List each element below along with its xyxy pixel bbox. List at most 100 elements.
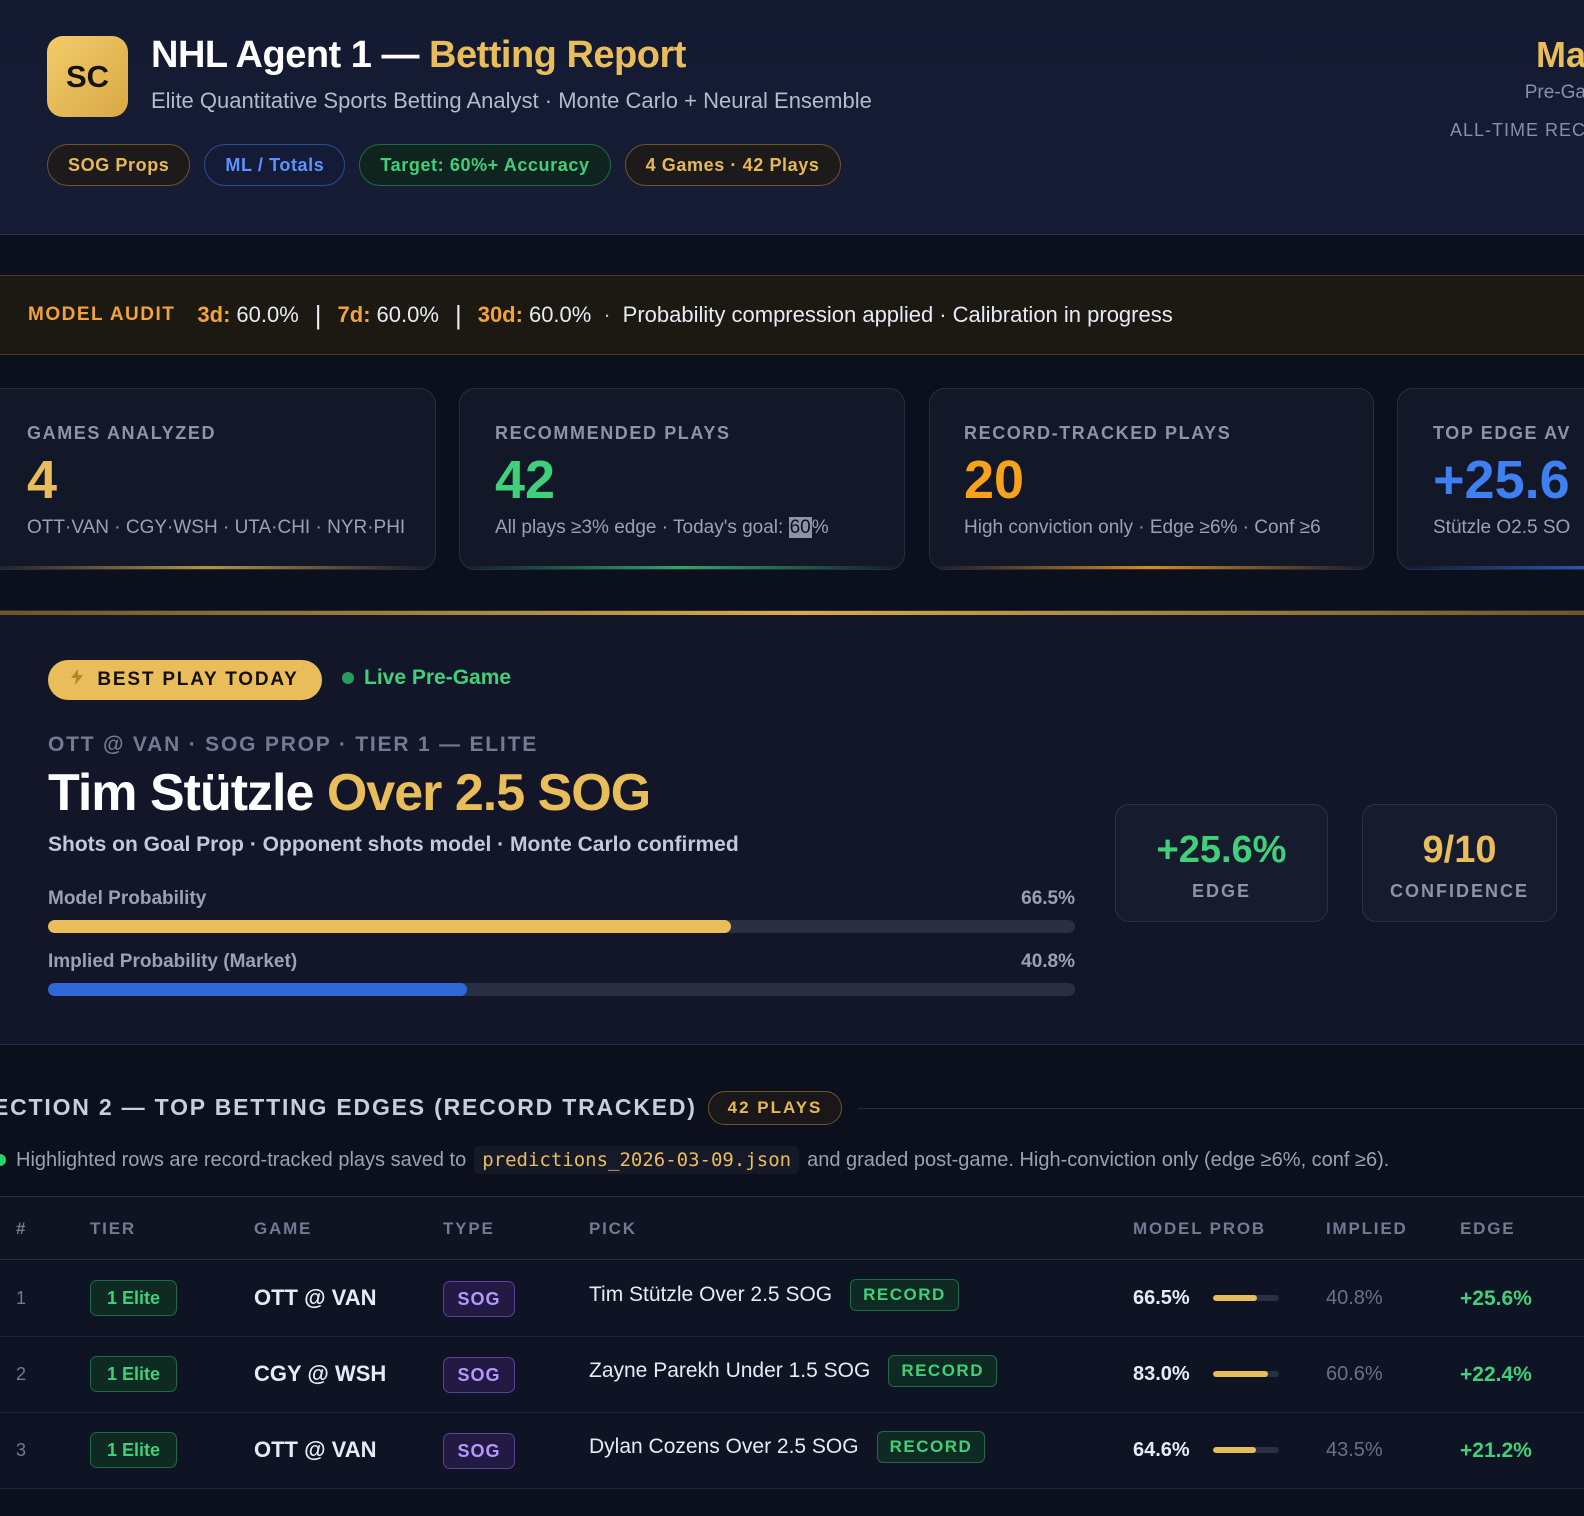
audit-label: MODEL AUDIT (28, 304, 176, 325)
model-audit-bar: MODEL AUDIT 3d: 60.0% | 7d: 60.0% | 30d:… (0, 275, 1584, 355)
tag-ml-totals[interactable]: ML / Totals (204, 144, 346, 186)
pick-text: Dylan Cozens Over 2.5 SOG (589, 1435, 859, 1458)
stat-card-games: GAMES ANALYZED 4 OTT·VAN · CGY·WSH · UTA… (0, 388, 436, 570)
tier-badge: 1 Elite (90, 1280, 178, 1316)
stat-card-recommended: RECOMMENDED PLAYS 42 All plays ≥3% edge … (459, 388, 905, 570)
model-probability-bar (48, 920, 1075, 933)
note-text-b: and graded post-game. High-conviction on… (807, 1148, 1390, 1171)
type-badge: SOG (443, 1433, 515, 1469)
stat-label: TOP EDGE AV (1433, 423, 1571, 443)
audit-7d-value: 60.0% (376, 302, 439, 327)
record-badge: RECORD (850, 1279, 959, 1311)
confidence-label: CONFIDENCE (1389, 881, 1529, 901)
model-prob-bar (1213, 1447, 1279, 1453)
table-row[interactable]: 2 1 Elite CGY @ WSH SOG Zayne Parekh Und… (0, 1337, 1584, 1413)
implied-probability-value: 40.8% (1021, 951, 1075, 972)
stat-accent-line (460, 566, 904, 569)
stat-subtext: All plays ≥3% edge · Today's goal: 60% (495, 517, 829, 539)
column-header-edge[interactable]: EDGE (1460, 1219, 1515, 1239)
model-probability-label: Model Probability (48, 888, 207, 909)
audit-dot-separator: · (939, 302, 947, 327)
logo-badge: SC (47, 36, 128, 117)
stat-value: 42 (495, 450, 556, 510)
audit-dot-separator: · (603, 302, 611, 327)
confidence-box: 9/10 CONFIDENCE (1362, 804, 1557, 922)
audit-note-compression: Probability compression applied (622, 302, 934, 327)
row-number: 1 (16, 1288, 27, 1308)
column-header-game[interactable]: GAME (254, 1219, 312, 1239)
model-probability-value: 66.5% (1021, 888, 1075, 909)
implied-probability-label: Implied Probability (Market) (48, 951, 298, 972)
audit-30d-key: 30d: (477, 302, 523, 327)
model-prob-fill (1213, 1371, 1268, 1377)
edges-table-header: # TIER GAME TYPE PICK MODEL PROB IMPLIED… (0, 1196, 1584, 1260)
model-prob-fill (1213, 1447, 1256, 1453)
pick-text: Tim Stützle Over 2.5 SOG (589, 1283, 833, 1306)
stat-subtext-b: % (811, 517, 829, 538)
best-play-badge: BEST PLAY TODAY (48, 660, 322, 700)
record-badge: RECORD (876, 1431, 986, 1463)
audit-divider: | (314, 299, 322, 330)
stat-value: 4 (27, 450, 58, 510)
best-play-meta: OTT @ VAN · SOG PROP · TIER 1 — ELITE (48, 733, 539, 756)
audit-3d-key: 3d: (197, 302, 231, 327)
audit-7d-key: 7d: (337, 302, 371, 327)
column-header-implied[interactable]: IMPLIED (1326, 1219, 1408, 1239)
stat-accent-line (0, 566, 435, 569)
row-edge: +22.4% (1460, 1363, 1532, 1386)
all-time-record-label: ALL-TIME REC (1449, 120, 1584, 140)
best-play-pick: Over 2.5 SOG (326, 764, 651, 822)
row-pick: Zayne Parekh Under 1.5 SOG RECORD (589, 1355, 997, 1387)
live-status-label: Live Pre-Game (364, 666, 512, 689)
row-number: 3 (16, 1440, 27, 1460)
stat-value: +25.6 (1433, 450, 1570, 510)
tier-badge: 1 Elite (90, 1356, 178, 1392)
stat-label: RECOMMENDED PLAYS (495, 423, 731, 443)
page-title: NHL Agent 1 — Betting Report (151, 34, 686, 77)
header-right-title: Ma (1535, 34, 1584, 75)
implied-probability-fill (48, 983, 468, 996)
lightning-icon (71, 669, 84, 691)
model-prob-bar (1213, 1295, 1279, 1301)
row-model-prob: 83.0% (1133, 1363, 1190, 1385)
stat-card-record-tracked: RECORD-TRACKED PLAYS 20 High conviction … (929, 388, 1374, 570)
row-pick: Tim Stützle Over 2.5 SOG RECORD (589, 1279, 959, 1311)
confidence-value: 9/10 (1422, 829, 1497, 871)
note-text-a: Highlighted rows are record-tracked play… (16, 1148, 467, 1171)
row-number: 2 (16, 1364, 27, 1384)
stat-subtext: High conviction only · Edge ≥6% · Conf ≥… (964, 517, 1321, 538)
model-probability-fill (48, 920, 731, 933)
audit-3d-value: 60.0% (236, 302, 299, 327)
stat-accent-line (930, 566, 1373, 569)
audit-divider: | (454, 299, 462, 330)
column-header-pick[interactable]: PICK (589, 1219, 637, 1239)
live-dot-icon (342, 672, 354, 684)
tag-sog-props[interactable]: SOG Props (47, 144, 191, 186)
stat-label: RECORD-TRACKED PLAYS (964, 423, 1232, 443)
column-header-model-prob[interactable]: MODEL PROB (1133, 1219, 1266, 1239)
table-row[interactable]: 3 1 Elite OTT @ VAN SOG Dylan Cozens Ove… (0, 1413, 1584, 1489)
pick-text: Zayne Parekh Under 1.5 SOG (589, 1359, 871, 1382)
record-badge: RECORD (888, 1355, 997, 1387)
row-model-prob: 64.6% (1133, 1439, 1190, 1461)
row-implied: 60.6% (1326, 1363, 1383, 1385)
stat-value: 20 (964, 450, 1025, 510)
column-header-type[interactable]: TYPE (443, 1219, 495, 1239)
best-play-player: Tim Stützle (48, 764, 327, 822)
row-implied: 40.8% (1326, 1287, 1383, 1309)
section-2-badge: 42 PLAYS (708, 1091, 842, 1125)
table-row[interactable]: 1 1 Elite OTT @ VAN SOG Tim Stützle Over… (0, 1261, 1584, 1337)
column-header-tier[interactable]: TIER (90, 1219, 136, 1239)
model-prob-bar (1213, 1371, 1279, 1377)
tag-list: SOG Props ML / Totals Target: 60%+ Accur… (47, 144, 841, 186)
edge-label: EDGE (1191, 881, 1251, 901)
tag-games-plays[interactable]: 4 Games · 42 Plays (624, 144, 841, 186)
predictions-filename: predictions_2026-03-09.json (474, 1146, 800, 1174)
tier-badge: 1 Elite (90, 1432, 178, 1468)
implied-probability-bar (48, 983, 1075, 996)
column-header-num[interactable]: # (16, 1219, 27, 1239)
row-game: OTT @ VAN (254, 1437, 377, 1462)
section-divider (858, 1108, 1584, 1109)
tag-target-accuracy[interactable]: Target: 60%+ Accuracy (359, 144, 611, 186)
audit-note-calibration: Calibration in progress (952, 302, 1173, 327)
